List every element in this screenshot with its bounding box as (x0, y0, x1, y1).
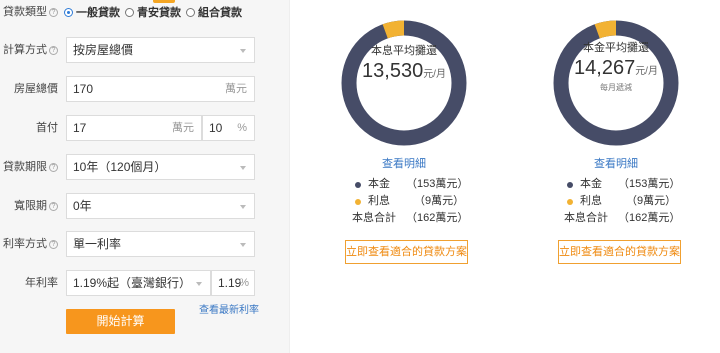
loan-term-label: 貸款期限? (0, 154, 58, 180)
caret-down-icon (240, 166, 246, 170)
principal-legend: 本金 （153萬元） (564, 176, 684, 193)
house-price-input[interactable]: 170 萬元 (66, 76, 255, 102)
latest-rate-link[interactable]: 查看最新利率 (199, 301, 259, 316)
rate-method-label: 利率方式? (0, 231, 58, 257)
radio-icon (186, 8, 195, 17)
question-circle-icon[interactable]: ? (49, 240, 58, 249)
interest-dot (567, 199, 573, 205)
annual-rate-row: 年利率 1.19%起（臺灣銀行） 1.19 % (0, 270, 290, 296)
calc-method-row: 計算方式? 按房屋總價 (0, 37, 290, 63)
question-circle-icon[interactable]: ? (49, 8, 58, 17)
donut-center: 本息平均攤還 13,530元/月 (340, 45, 468, 86)
monthly-payment: 13,530元/月 (362, 60, 446, 82)
monthly-payment: 14,267元/月 (574, 57, 658, 79)
house-price-unit: 萬元 (225, 83, 247, 95)
down-payment-percent-input[interactable]: 10 % (202, 115, 255, 141)
interest-dot (355, 199, 361, 205)
grace-period-row: 寬限期? 0年 (0, 193, 290, 219)
principal-dot (567, 182, 573, 188)
result-legend: 本金 （153萬元） 利息 （9萬元） 本息合計 （162萬元） (352, 176, 472, 227)
radio-icon (125, 8, 134, 17)
caret-down-icon (240, 49, 246, 53)
question-circle-icon[interactable]: ? (49, 163, 58, 172)
loan-form: 貸款類型? 一般貸款 青安貸款 組合貸款 計算方式? 按房屋總價 房屋總價 17… (0, 0, 290, 353)
house-price-label: 房屋總價 (14, 83, 58, 95)
loan-term-select[interactable]: 10年（120個月） (66, 154, 255, 180)
calculate-button[interactable]: 開始計算 (66, 309, 175, 334)
result-legend: 本金 （153萬元） 利息 （9萬元） 本息合計 （162萬元） (564, 176, 684, 227)
house-price-row: 房屋總價 170 萬元 (0, 76, 290, 102)
principal-dot (355, 182, 361, 188)
loan-type-label: 貸款類型? (0, 0, 58, 25)
down-payment-label: 首付 (36, 122, 58, 134)
annual-rate-select[interactable]: 1.19%起（臺灣銀行） (66, 270, 211, 296)
percent-unit: % (239, 277, 249, 289)
monthly-payment-unit: 元/月 (635, 66, 658, 77)
calc-method-label: 計算方式? (0, 37, 58, 63)
caret-down-icon (196, 282, 202, 286)
loan-type-row: 貸款類型? 一般貸款 青安貸款 組合貸款 (0, 0, 290, 26)
view-detail-link[interactable]: 查看明細 (340, 155, 468, 171)
grace-period-label: 寬限期? (0, 193, 58, 219)
monthly-decrease-note: 每月遞減 (600, 83, 632, 92)
caret-down-icon (240, 243, 246, 247)
loan-term-row: 貸款期限? 10年（120個月） (0, 154, 290, 180)
view-detail-link[interactable]: 查看明細 (552, 155, 680, 171)
radio-icon (64, 8, 73, 17)
annual-rate-label: 年利率 (25, 277, 58, 289)
total-legend: 本息合計 （162萬元） (564, 212, 681, 224)
view-loan-plan-button[interactable]: 立即查看適合的貸款方案 (345, 240, 468, 264)
result-title: 本金平均攤還 (583, 42, 649, 54)
monthly-payment-unit: 元/月 (423, 69, 446, 80)
principal-legend: 本金 （153萬元） (352, 176, 472, 193)
donut-center: 本金平均攤還 14,267元/月 每月遞減 (552, 42, 680, 93)
calc-method-select[interactable]: 按房屋總價 (66, 37, 255, 63)
down-payment-unit: 萬元 (172, 122, 194, 134)
radio-combined-loan[interactable]: 組合貸款 (186, 4, 242, 22)
annual-rate-input[interactable]: 1.19 % (211, 270, 255, 296)
question-circle-icon[interactable]: ? (49, 46, 58, 55)
radio-general-loan[interactable]: 一般貸款 (64, 4, 120, 22)
down-payment-row: 首付 17 萬元 10 % (0, 115, 290, 141)
down-payment-input[interactable]: 17 萬元 (66, 115, 202, 141)
rate-method-select[interactable]: 單一利率 (66, 231, 255, 257)
result-title: 本息平均攤還 (371, 45, 437, 57)
percent-unit: % (237, 122, 247, 134)
interest-legend: 利息 （9萬元） (564, 193, 684, 210)
radio-youth-loan[interactable]: 青安貸款 (125, 4, 181, 22)
grace-period-select[interactable]: 0年 (66, 193, 255, 219)
total-legend: 本息合計 （162萬元） (352, 212, 469, 224)
rate-method-row: 利率方式? 單一利率 (0, 231, 290, 257)
interest-legend: 利息 （9萬元） (352, 193, 472, 210)
view-loan-plan-button[interactable]: 立即查看適合的貸款方案 (558, 240, 681, 264)
question-circle-icon[interactable]: ? (49, 202, 58, 211)
caret-down-icon (240, 205, 246, 209)
